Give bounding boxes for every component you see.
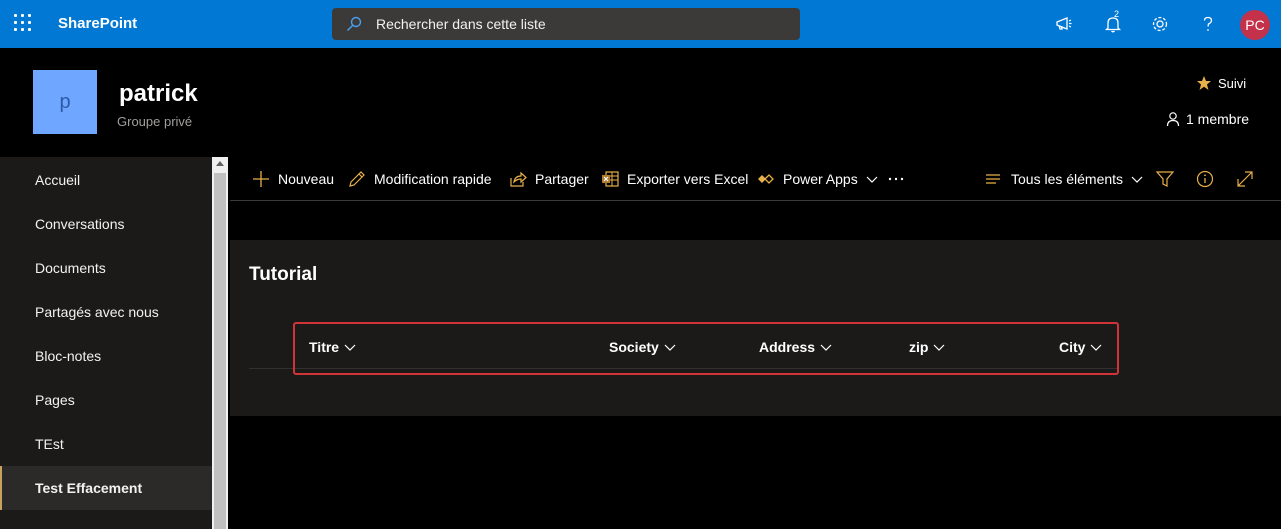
more-icon [888, 177, 904, 181]
pencil-icon [349, 171, 365, 187]
expand-button[interactable] [1236, 169, 1254, 189]
chevron-down-icon [1131, 176, 1143, 183]
help-icon[interactable] [1196, 12, 1220, 36]
search-box[interactable]: Rechercher dans cette liste [332, 8, 800, 40]
suite-bar: SharePoint Rechercher dans cette liste 2… [0, 0, 1281, 48]
column-label: zip [909, 339, 929, 355]
members-button[interactable]: 1 membre [1165, 111, 1249, 127]
follow-button[interactable]: Suivi [1196, 75, 1246, 91]
view-selector[interactable]: Tous les éléments [985, 169, 1143, 189]
chevron-down-icon [344, 344, 356, 351]
power-apps-label: Power Apps [783, 171, 858, 187]
chevron-down-icon [866, 176, 878, 183]
follow-label: Suivi [1218, 75, 1247, 91]
person-icon [1166, 112, 1180, 127]
members-label: 1 membre [1186, 111, 1250, 127]
nav-item-documents[interactable]: Documents [0, 246, 212, 290]
new-label: Nouveau [278, 171, 335, 187]
site-logo[interactable]: p [33, 70, 97, 134]
nav-item-pages[interactable]: Pages [0, 378, 212, 422]
command-bar: Nouveau Modification rapide Partager Exp… [230, 157, 1281, 201]
column-header-titre[interactable]: Titre [309, 339, 356, 355]
chevron-down-icon [1091, 344, 1102, 351]
share-icon [510, 171, 527, 187]
nav-scrollbar[interactable] [212, 157, 228, 529]
share-button[interactable]: Partager [509, 169, 589, 189]
list-header-row: Titre Society Address zip City [249, 327, 1119, 369]
megaphone-icon[interactable] [1052, 12, 1076, 36]
nav-item-test[interactable]: TEst [0, 422, 212, 466]
nav-item-test-effacement[interactable]: Test Effacement [0, 466, 212, 510]
info-icon [1196, 170, 1214, 188]
scroll-up-arrow[interactable] [216, 161, 224, 166]
notification-badge: 2 [1114, 9, 1120, 19]
bell-icon[interactable] [1101, 12, 1125, 36]
plus-icon [253, 171, 269, 187]
export-label: Exporter vers Excel [627, 171, 749, 187]
filter-button[interactable] [1156, 169, 1174, 189]
info-button[interactable] [1196, 169, 1214, 189]
export-excel-button[interactable]: Exporter vers Excel [601, 169, 748, 189]
nav-item-bloc-notes[interactable]: Bloc-notes [0, 334, 212, 378]
column-header-society[interactable]: Society [609, 339, 676, 355]
power-apps-icon [758, 174, 774, 184]
column-label: Society [609, 339, 659, 355]
star-icon [1197, 76, 1211, 90]
excel-icon [602, 171, 619, 187]
column-header-city[interactable]: City [1059, 339, 1102, 355]
chevron-down-icon [664, 344, 676, 351]
share-label: Partager [535, 171, 589, 187]
column-header-zip[interactable]: zip [909, 339, 945, 355]
column-label: Titre [309, 339, 340, 355]
quick-edit-button[interactable]: Modification rapide [348, 169, 492, 189]
nav-item-partages[interactable]: Partagés avec nous [0, 290, 212, 334]
left-navigation: Accueil Conversations Documents Partagés… [0, 157, 212, 529]
more-button[interactable] [887, 169, 905, 189]
app-name-link[interactable]: SharePoint [58, 15, 137, 32]
site-title[interactable]: patrick [119, 80, 198, 108]
column-header-address[interactable]: Address [759, 339, 832, 355]
nav-item-accueil[interactable]: Accueil [0, 158, 212, 202]
column-label: City [1059, 339, 1086, 355]
view-label: Tous les éléments [1011, 171, 1124, 187]
gear-icon[interactable] [1148, 12, 1172, 36]
column-label: Address [759, 339, 816, 355]
quick-edit-label: Modification rapide [374, 171, 492, 187]
site-subtitle: Groupe privé [117, 114, 193, 129]
avatar[interactable]: PC [1240, 10, 1270, 40]
list-title: Tutorial [249, 264, 318, 285]
filter-icon [1156, 171, 1174, 187]
new-button[interactable]: Nouveau [252, 169, 334, 189]
chevron-down-icon [820, 344, 832, 351]
waffle-icon[interactable] [14, 14, 34, 34]
list-view-icon [986, 174, 1000, 184]
scrollbar-thumb[interactable] [214, 173, 226, 529]
power-apps-button[interactable]: Power Apps [757, 169, 878, 189]
nav-item-conversations[interactable]: Conversations [0, 202, 212, 246]
search-placeholder: Rechercher dans cette liste [376, 16, 546, 32]
chevron-down-icon [934, 344, 945, 351]
expand-icon [1237, 171, 1253, 187]
search-icon [347, 16, 362, 31]
